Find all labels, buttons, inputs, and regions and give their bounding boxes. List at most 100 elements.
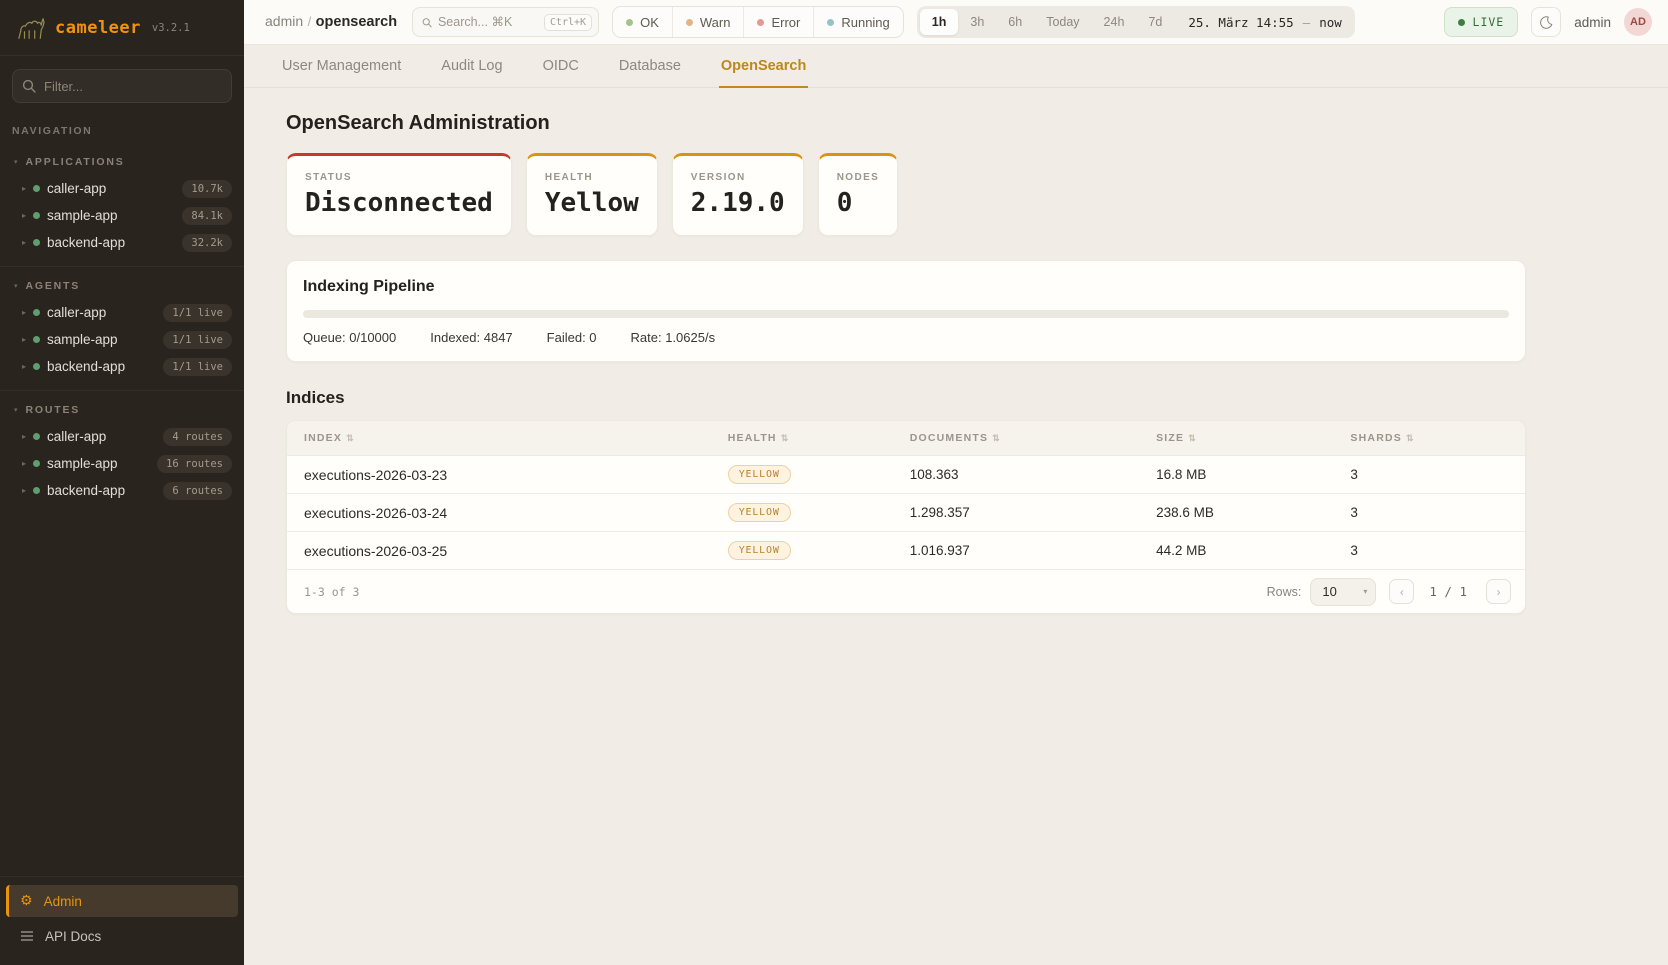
item-label: sample-app <box>47 208 118 223</box>
health-badge: YELLOW <box>728 503 791 522</box>
health-cell: YELLOW <box>728 465 910 484</box>
count-badge: 32.2k <box>182 234 232 252</box>
section-label: ROUTES <box>26 404 81 416</box>
breadcrumb-separator: / <box>308 14 312 29</box>
indexed-stat: Indexed: 4847 <box>430 330 512 345</box>
column-header-shards[interactable]: SHARDS⇅ <box>1350 432 1525 444</box>
column-header-documents[interactable]: DOCUMENTS⇅ <box>910 432 1156 444</box>
sidebar-item-sample-app[interactable]: ▸ sample-app 84.1k <box>0 202 244 229</box>
pipeline-progress-track <box>303 310 1509 318</box>
section-header-applications[interactable]: ▾ APPLICATIONS <box>0 151 244 175</box>
content: User Management Audit Log OIDC Database … <box>244 45 1668 965</box>
breadcrumb-admin[interactable]: admin <box>265 13 303 29</box>
sidebar-footer: ⚙ Admin API Docs <box>0 876 244 965</box>
main-area: admin / opensearch Ctrl+K OK <box>244 0 1668 965</box>
page-indicator: 1 / 1 <box>1429 584 1467 599</box>
range-1h-button[interactable]: 1h <box>920 9 959 35</box>
column-header-health[interactable]: HEALTH⇅ <box>728 432 910 444</box>
chevron-right-icon: ▸ <box>22 362 26 371</box>
sidebar-item-admin[interactable]: ⚙ Admin <box>6 885 238 917</box>
column-header-size[interactable]: SIZE⇅ <box>1156 432 1350 444</box>
documents-cell: 108.363 <box>910 467 1156 482</box>
sidebar-item-caller-app-routes[interactable]: ▸ caller-app 4 routes <box>0 423 244 450</box>
stat-label: VERSION <box>691 172 785 183</box>
status-dot <box>33 433 40 440</box>
sidebar-item-api-docs[interactable]: API Docs <box>6 920 238 952</box>
user-name: admin <box>1574 15 1611 30</box>
range-24h-button[interactable]: 24h <box>1092 9 1137 35</box>
status-dot <box>33 363 40 370</box>
date-range-display[interactable]: 25. März 14:55 — now <box>1174 15 1351 30</box>
count-badge: 1/1 live <box>163 331 232 349</box>
search-input[interactable] <box>438 15 538 29</box>
rows-per-page-select[interactable]: 10 ▾ <box>1310 578 1376 606</box>
count-badge: 84.1k <box>182 207 232 225</box>
item-label: backend-app <box>47 235 125 250</box>
live-toggle[interactable]: LIVE <box>1444 7 1519 37</box>
app-root: cameleer v3.2.1 NAVIGATION ▾ APPLICATION… <box>0 0 1668 965</box>
page-body: OpenSearch Administration STATUS Disconn… <box>286 112 1526 614</box>
sidebar-item-backend-app-agent[interactable]: ▸ backend-app 1/1 live <box>0 353 244 380</box>
shards-cell: 3 <box>1350 505 1525 520</box>
tab-user-management[interactable]: User Management <box>280 48 403 88</box>
avatar[interactable]: AD <box>1624 8 1652 36</box>
section-applications: ▾ APPLICATIONS ▸ caller-app 10.7k ▸ samp… <box>0 143 244 266</box>
sidebar-item-caller-app-agent[interactable]: ▸ caller-app 1/1 live <box>0 299 244 326</box>
chevron-right-icon: ▸ <box>22 459 26 468</box>
section-header-routes[interactable]: ▾ ROUTES <box>0 399 244 423</box>
table-row[interactable]: executions-2026-03-23 YELLOW 108.363 16.… <box>287 456 1525 494</box>
chip-label: Warn <box>700 15 731 30</box>
chevron-down-icon: ▾ <box>1363 587 1367 596</box>
tab-audit-log[interactable]: Audit Log <box>439 48 504 88</box>
count-badge: 1/1 live <box>163 358 232 376</box>
theme-toggle-button[interactable] <box>1531 7 1561 37</box>
tab-oidc[interactable]: OIDC <box>541 48 581 88</box>
brand-version: v3.2.1 <box>152 22 190 34</box>
chevron-right-icon: ▸ <box>22 184 26 193</box>
tab-opensearch[interactable]: OpenSearch <box>719 48 808 88</box>
sidebar-item-sample-app-agent[interactable]: ▸ sample-app 1/1 live <box>0 326 244 353</box>
range-6h-button[interactable]: 6h <box>996 9 1034 35</box>
shards-cell: 3 <box>1350 467 1525 482</box>
table-row[interactable]: executions-2026-03-24 YELLOW 1.298.357 2… <box>287 494 1525 532</box>
filter-chip-running[interactable]: Running <box>813 7 902 37</box>
global-search[interactable]: Ctrl+K <box>412 7 599 37</box>
health-card: HEALTH Yellow <box>526 153 658 236</box>
sort-icon: ⇅ <box>992 433 1001 444</box>
sidebar-item-backend-app[interactable]: ▸ backend-app 32.2k <box>0 229 244 256</box>
documents-cell: 1.016.937 <box>910 543 1156 558</box>
topbar: admin / opensearch Ctrl+K OK <box>244 0 1668 45</box>
sidebar: cameleer v3.2.1 NAVIGATION ▾ APPLICATION… <box>0 0 244 965</box>
count-badge: 6 routes <box>163 482 232 500</box>
range-3h-button[interactable]: 3h <box>958 9 996 35</box>
next-page-button[interactable]: › <box>1486 579 1511 604</box>
column-header-index[interactable]: INDEX⇅ <box>287 432 728 444</box>
tab-database[interactable]: Database <box>617 48 683 88</box>
row-range-text: 1-3 of 3 <box>304 585 359 599</box>
table-row[interactable]: executions-2026-03-25 YELLOW 1.016.937 4… <box>287 532 1525 570</box>
section-header-agents[interactable]: ▾ AGENTS <box>0 275 244 299</box>
health-cell: YELLOW <box>728 541 910 560</box>
filter-input[interactable] <box>12 69 232 103</box>
running-dot-icon <box>827 19 834 26</box>
filter-chip-warn[interactable]: Warn <box>672 7 744 37</box>
chevron-right-icon: ▸ <box>22 211 26 220</box>
prev-page-button[interactable]: ‹ <box>1389 579 1414 604</box>
sort-icon: ⇅ <box>346 433 355 444</box>
sidebar-item-sample-app-routes[interactable]: ▸ sample-app 16 routes <box>0 450 244 477</box>
sidebar-item-backend-app-routes[interactable]: ▸ backend-app 6 routes <box>0 477 244 504</box>
filter-chip-ok[interactable]: OK <box>613 7 672 37</box>
stat-label: STATUS <box>305 172 493 183</box>
stat-label: NODES <box>837 172 880 183</box>
sort-icon: ⇅ <box>1406 433 1415 444</box>
stat-value: 2.19.0 <box>691 190 785 217</box>
count-badge: 16 routes <box>157 455 232 473</box>
filter-chip-error[interactable]: Error <box>743 7 813 37</box>
size-cell: 238.6 MB <box>1156 505 1350 520</box>
size-cell: 16.8 MB <box>1156 467 1350 482</box>
table-footer: 1-3 of 3 Rows: 10 ▾ ‹ 1 / 1 › <box>287 570 1525 613</box>
sidebar-filter <box>12 69 232 103</box>
range-7d-button[interactable]: 7d <box>1136 9 1174 35</box>
range-today-button[interactable]: Today <box>1034 9 1091 35</box>
sidebar-item-caller-app[interactable]: ▸ caller-app 10.7k <box>0 175 244 202</box>
